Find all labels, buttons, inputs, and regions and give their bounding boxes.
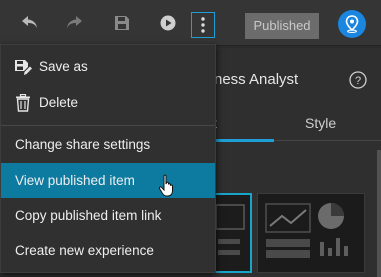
panel-title: ness Analyst: [214, 71, 299, 88]
trash-icon: [14, 93, 32, 112]
more-vertical-icon[interactable]: [191, 12, 215, 38]
menu-item-copy-published-link[interactable]: Copy published item link: [1, 198, 215, 233]
help-icon[interactable]: ?: [349, 71, 367, 89]
active-tab-indicator: [212, 139, 274, 142]
menu-item-label: Change share settings: [15, 136, 151, 152]
menu-item-delete[interactable]: Delete: [1, 85, 215, 120]
top-toolbar: Published: [0, 0, 381, 46]
save-as-icon: [14, 58, 32, 76]
menu-item-change-share-settings[interactable]: Change share settings: [1, 126, 215, 162]
play-icon[interactable]: [156, 11, 180, 35]
redo-icon[interactable]: [62, 11, 86, 35]
location-pin-icon[interactable]: [338, 10, 366, 38]
template-card-selected[interactable]: [210, 193, 252, 273]
menu-item-label: Delete: [39, 95, 79, 110]
menu-item-label: Save as: [39, 59, 88, 74]
undo-icon[interactable]: [18, 11, 42, 35]
template-card-dashboard[interactable]: [257, 193, 365, 273]
menu-item-label: View published item: [15, 173, 135, 188]
save-icon[interactable]: [110, 11, 134, 35]
published-badge: Published: [245, 13, 319, 39]
menu-item-create-new-experience[interactable]: Create new experience: [1, 233, 215, 268]
menu-item-save-as[interactable]: Save as: [1, 49, 215, 84]
svg-text:?: ?: [355, 75, 361, 87]
more-options-menu: Save as Delete Change share settings Vie…: [0, 44, 216, 273]
panel-scrollbar[interactable]: [377, 150, 381, 277]
menu-item-label: Copy published item link: [15, 208, 162, 223]
hand-cursor-icon: [158, 174, 178, 198]
tab-style[interactable]: Style: [305, 115, 336, 131]
menu-item-label: Create new experience: [15, 243, 154, 258]
menu-item-view-published-item[interactable]: View published item: [1, 163, 215, 198]
